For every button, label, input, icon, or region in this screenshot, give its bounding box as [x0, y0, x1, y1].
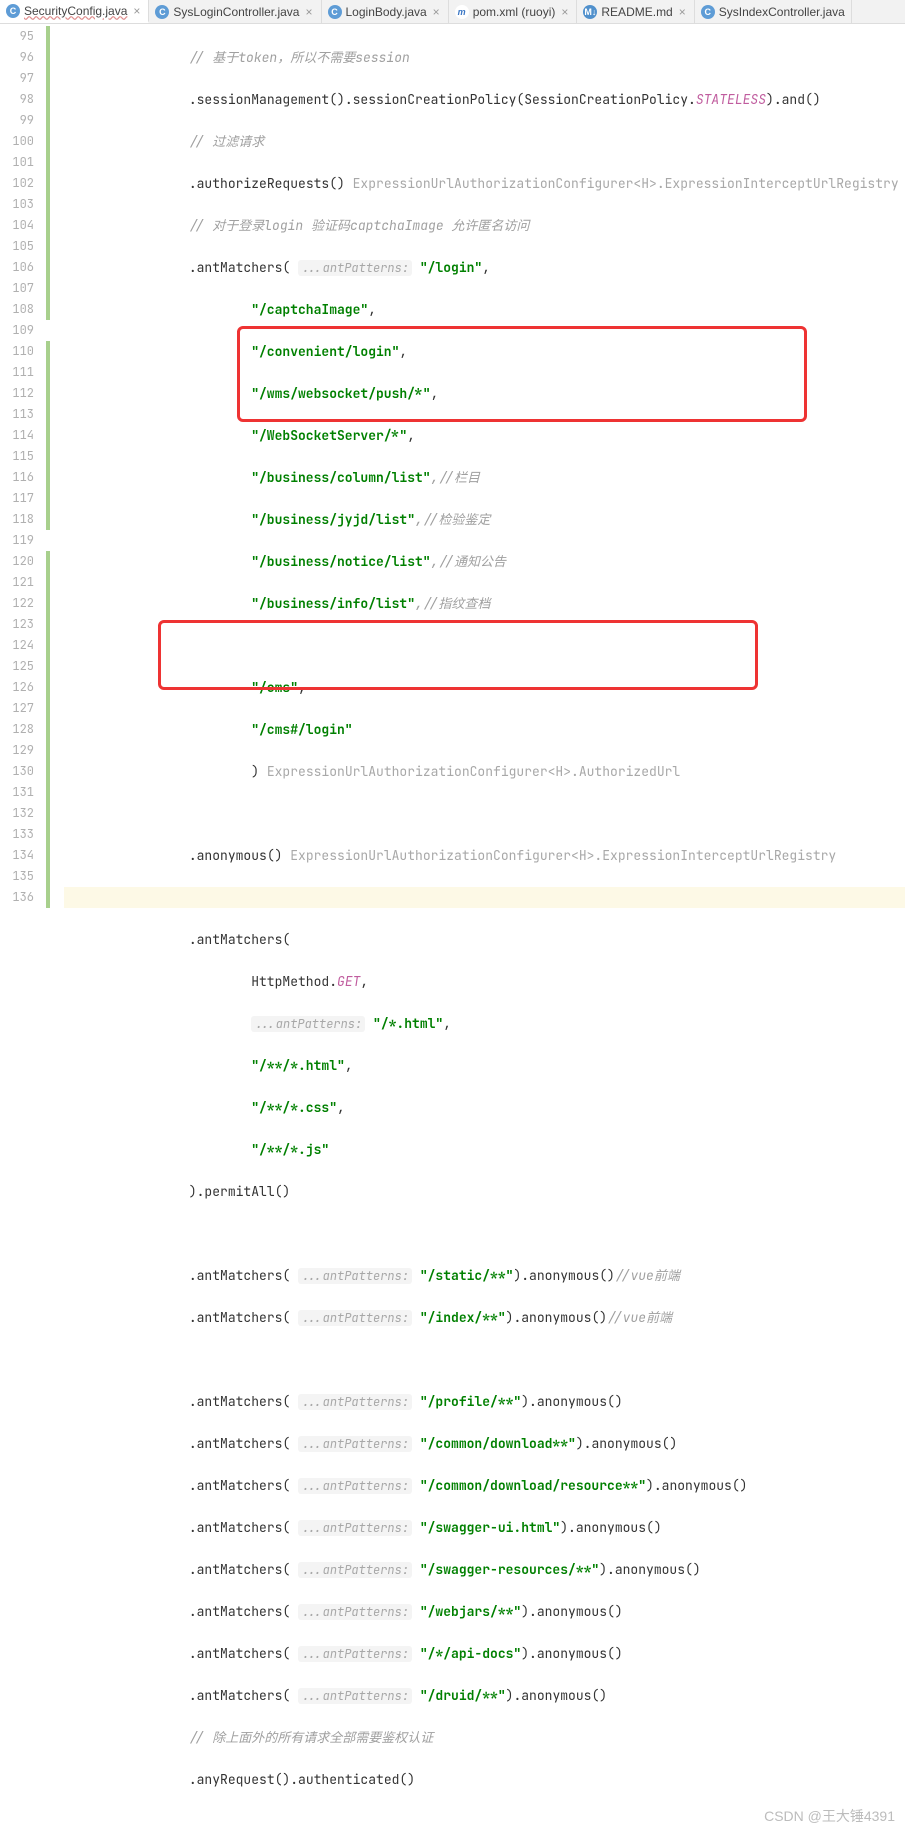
param-hint: ...antPatterns: [298, 260, 412, 276]
change-markers [44, 24, 64, 1832]
tab-label: pom.xml (ruoyi) [473, 5, 556, 19]
close-icon[interactable]: × [131, 4, 142, 18]
param-hint: ...antPatterns: [298, 1646, 412, 1662]
markdown-icon: M↓ [583, 5, 597, 19]
java-class-icon: C [328, 5, 342, 19]
maven-icon: m [455, 5, 469, 19]
tab-securityconfig[interactable]: C SecurityConfig.java × [0, 0, 149, 23]
tab-label: SysLoginController.java [173, 5, 299, 19]
tab-label: SecurityConfig.java [24, 4, 127, 18]
watermark: CSDN @王大锤4391 [764, 1806, 895, 1826]
tab-label: README.md [601, 5, 672, 19]
param-hint: ...antPatterns: [298, 1688, 412, 1704]
param-hint: ...antPatterns: [298, 1268, 412, 1284]
tab-sysindexcontroller[interactable]: C SysIndexController.java [695, 0, 852, 23]
java-class-icon: C [155, 5, 169, 19]
tab-label: LoginBody.java [346, 5, 427, 19]
tab-loginbody[interactable]: C LoginBody.java × [322, 0, 449, 23]
code-area[interactable]: // 基于token，所以不需要session .sessionManageme… [64, 24, 905, 1832]
gutter: 9596979899100101102103104105106107108109… [0, 24, 44, 1832]
editor-tabs: C SecurityConfig.java × C SysLoginContro… [0, 0, 905, 24]
param-hint: ...antPatterns: [251, 1016, 365, 1032]
tab-readme[interactable]: M↓ README.md × [577, 0, 694, 23]
param-hint: ...antPatterns: [298, 1436, 412, 1452]
java-class-icon: C [6, 4, 20, 18]
comment: // 基于token，所以不需要session [189, 49, 410, 66]
tab-label: SysIndexController.java [719, 5, 845, 19]
close-icon[interactable]: × [559, 5, 570, 19]
close-icon[interactable]: × [431, 5, 442, 19]
close-icon[interactable]: × [303, 5, 314, 19]
close-icon[interactable]: × [677, 5, 688, 19]
param-hint: ...antPatterns: [298, 1562, 412, 1578]
code-editor[interactable]: 9596979899100101102103104105106107108109… [0, 24, 905, 1832]
tab-syslogincontroller[interactable]: C SysLoginController.java × [149, 0, 321, 23]
param-hint: ...antPatterns: [298, 1604, 412, 1620]
param-hint: ...antPatterns: [298, 1310, 412, 1326]
tab-pom[interactable]: m pom.xml (ruoyi) × [449, 0, 578, 23]
java-class-icon: C [701, 5, 715, 19]
param-hint: ...antPatterns: [298, 1520, 412, 1536]
param-hint: ...antPatterns: [298, 1394, 412, 1410]
param-hint: ...antPatterns: [298, 1478, 412, 1494]
